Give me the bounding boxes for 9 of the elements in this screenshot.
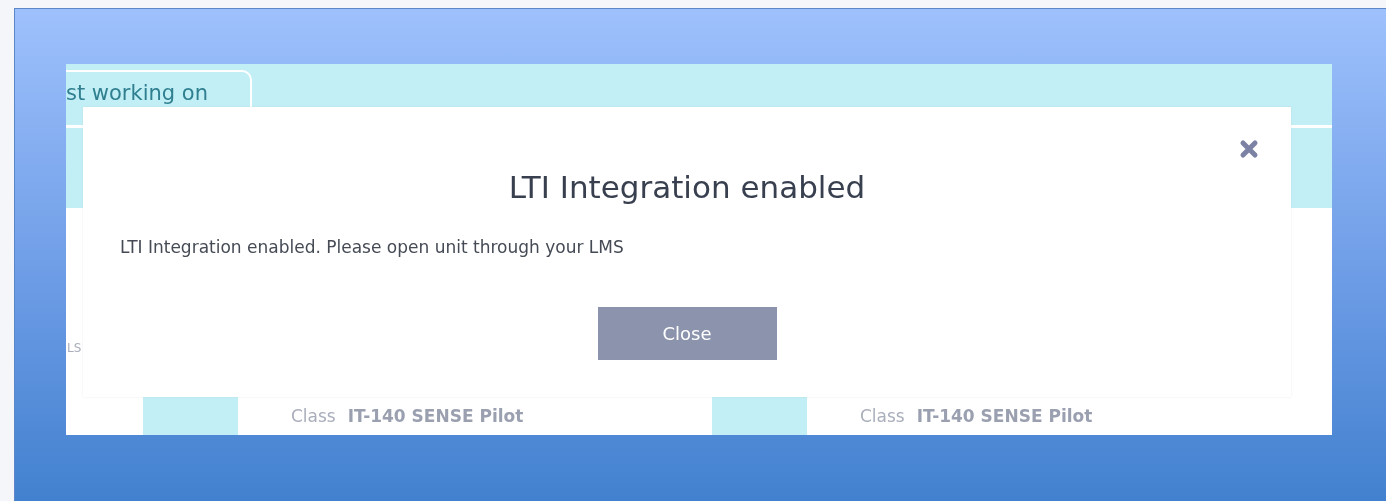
field-value: IT-140 SENSE Pilot [916,406,1093,426]
field-value: IT-140 SENSE Pilot [347,406,524,426]
field-label: Class [291,406,336,426]
close-button[interactable]: Close [597,307,777,360]
close-icon[interactable] [1239,139,1259,159]
field-label: Class [860,406,905,426]
section-label: LS [67,341,82,355]
dialog-message: LTI Integration enabled. Please open unit through your LMS [120,237,625,257]
dialog-title: LTI Integration enabled [507,169,867,205]
